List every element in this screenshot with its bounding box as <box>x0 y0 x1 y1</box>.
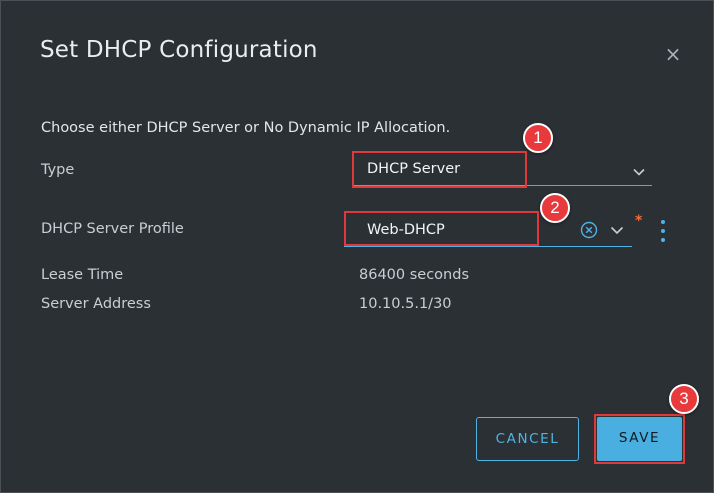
profile-combobox[interactable]: Web-DHCP <box>344 211 632 247</box>
server-address-value: 10.10.5.1/30 <box>359 296 452 312</box>
type-label: Type <box>41 162 75 178</box>
step-badge-1: 1 <box>523 123 553 153</box>
type-select-value: DHCP Server <box>367 161 461 177</box>
profile-label: DHCP Server Profile <box>41 221 184 237</box>
type-select[interactable]: DHCP Server <box>352 151 652 186</box>
server-address-label: Server Address <box>41 296 151 312</box>
step-badge-2: 2 <box>540 193 570 223</box>
kebab-vertical-icon[interactable] <box>658 220 668 244</box>
lease-time-value: 86400 seconds <box>359 267 470 283</box>
step-badge-3: 3 <box>669 384 699 414</box>
lease-time-label: Lease Time <box>41 267 124 283</box>
chevron-down-icon[interactable] <box>609 222 625 238</box>
required-asterisk: * <box>635 213 643 229</box>
chevron-down-icon <box>633 168 645 176</box>
dhcp-config-dialog: Set DHCP Configuration × Choose either D… <box>0 0 714 493</box>
save-button[interactable]: SAVE <box>597 417 682 461</box>
close-icon[interactable]: × <box>663 44 683 64</box>
dialog-title: Set DHCP Configuration <box>40 37 318 63</box>
clear-circle-icon[interactable] <box>580 221 598 239</box>
instruction-text: Choose either DHCP Server or No Dynamic … <box>41 120 451 136</box>
cancel-button[interactable]: CANCEL <box>476 417 579 461</box>
profile-value: Web-DHCP <box>367 222 445 238</box>
